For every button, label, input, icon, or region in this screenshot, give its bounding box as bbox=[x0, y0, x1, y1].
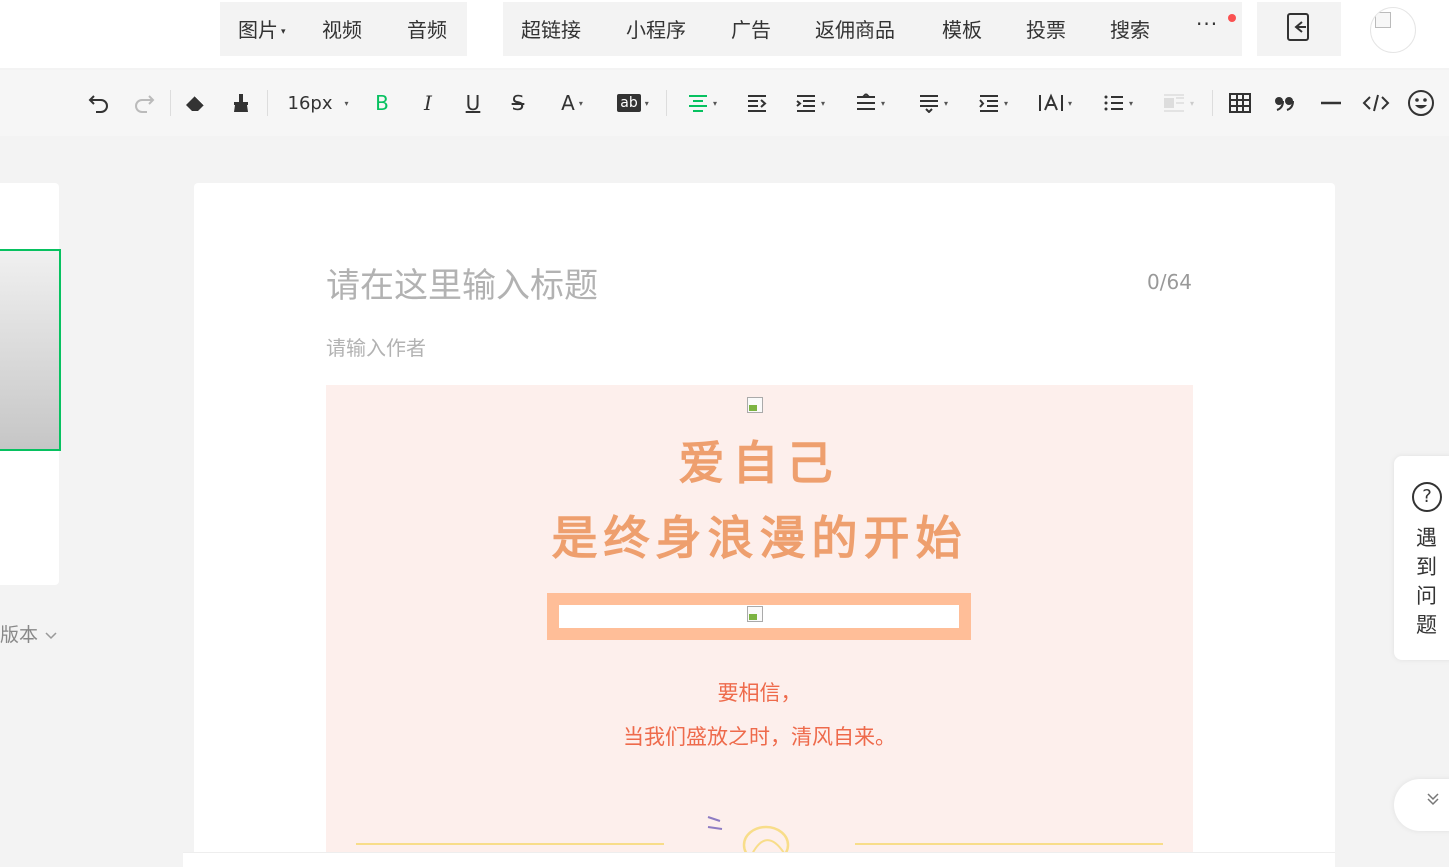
chevron-down-icon: ▾ bbox=[820, 98, 825, 108]
help-button[interactable]: ? 遇到问题 bbox=[1394, 456, 1449, 660]
format-painter-icon[interactable] bbox=[228, 90, 254, 116]
chevron-down-icon: ▾ bbox=[1128, 98, 1133, 108]
eraser-icon[interactable] bbox=[182, 90, 208, 116]
table-icon[interactable] bbox=[1227, 90, 1253, 116]
broken-image-icon bbox=[1375, 12, 1391, 28]
strikethrough-button[interactable]: S bbox=[506, 90, 530, 116]
undo-icon[interactable] bbox=[86, 90, 112, 116]
decorative-line-right bbox=[855, 843, 1163, 845]
text-indent-button[interactable]: ▾ bbox=[972, 90, 1014, 116]
insert-search-button[interactable]: 搜索 bbox=[1110, 14, 1150, 43]
chevron-down-icon: ▾ bbox=[644, 98, 649, 108]
insert-toolbar: 图片 ▾ 视频 音频 超链接 小程序 广告 返佣商品 模板 投票 搜索 ··· bbox=[0, 0, 1449, 68]
title-char-count: 0/64 bbox=[1147, 270, 1192, 294]
broken-image-icon bbox=[747, 397, 767, 417]
chevron-down-icon: ▾ bbox=[1003, 98, 1008, 108]
insert-miniprogram-button[interactable]: 小程序 bbox=[626, 14, 686, 43]
editor-bottom-bar bbox=[183, 852, 1335, 867]
underline-button[interactable]: U bbox=[461, 90, 485, 116]
insert-image-button[interactable]: 图片 ▾ bbox=[238, 14, 286, 43]
chevron-down-icon: ▾ bbox=[1067, 98, 1072, 108]
divider bbox=[267, 90, 268, 116]
insert-audio-button[interactable]: 音频 bbox=[407, 14, 447, 43]
line-height-button[interactable]: ▾ bbox=[849, 90, 891, 116]
title-input[interactable]: 请在这里输入标题 bbox=[326, 258, 598, 307]
list-button[interactable]: ▾ bbox=[1097, 90, 1139, 116]
quote-icon[interactable] bbox=[1272, 90, 1298, 116]
chevron-down-icon: ▾ bbox=[281, 26, 286, 37]
float-image-button[interactable]: ▾ bbox=[1156, 90, 1200, 116]
bold-button[interactable]: B bbox=[370, 90, 394, 116]
help-label: 遇到问题 bbox=[1416, 526, 1437, 637]
article-content[interactable]: 爱自己 是终身浪漫的开始 要相信， 当我们盛放之时，清风自来。 bbox=[326, 385, 1193, 866]
insert-template-button[interactable]: 模板 bbox=[942, 14, 982, 43]
italic-button[interactable]: I bbox=[416, 90, 440, 116]
insert-video-button[interactable]: 视频 bbox=[322, 14, 362, 43]
cover-thumbnail[interactable] bbox=[0, 249, 61, 451]
avatar[interactable] bbox=[1370, 7, 1416, 53]
chevron-down-icon: ▾ bbox=[712, 98, 717, 108]
format-toolbar: 16px ▾ B I U S A ▾ ab ▾ ▾ ▾ ▾ ▾ ▾ ▾ ▾ ▾ bbox=[0, 70, 1449, 136]
double-chevron-down-icon bbox=[1426, 791, 1440, 811]
divider bbox=[170, 90, 171, 116]
redo-icon[interactable] bbox=[131, 90, 157, 116]
indent-icon[interactable] bbox=[745, 90, 769, 116]
scroll-down-button[interactable] bbox=[1394, 779, 1449, 831]
insert-ad-button[interactable]: 广告 bbox=[731, 14, 771, 43]
divider-line-icon[interactable] bbox=[1318, 90, 1344, 116]
version-selector[interactable]: 版本 bbox=[0, 620, 58, 647]
divider bbox=[1212, 90, 1213, 116]
sidebar-toggle-group bbox=[1257, 2, 1341, 56]
paragraph-spacing-button[interactable]: ▾ bbox=[789, 90, 831, 116]
author-input[interactable]: 请输入作者 bbox=[326, 332, 426, 361]
chevron-down-icon: ▾ bbox=[943, 98, 948, 108]
question-icon: ? bbox=[1412, 482, 1442, 512]
code-icon[interactable] bbox=[1362, 90, 1390, 116]
font-color-button[interactable]: A ▾ bbox=[552, 90, 592, 116]
insert-commission-product-button[interactable]: 返佣商品 bbox=[815, 14, 895, 43]
chevron-down-icon bbox=[45, 632, 57, 640]
emoji-icon[interactable] bbox=[1406, 90, 1436, 116]
font-size-select[interactable]: 16px ▾ bbox=[284, 90, 352, 116]
divider bbox=[666, 90, 667, 116]
more-options-button[interactable]: ··· bbox=[1196, 12, 1218, 36]
chevron-down-icon: ▾ bbox=[1189, 98, 1194, 108]
spacing-after-button[interactable]: ▾ bbox=[912, 90, 954, 116]
letter-spacing-button[interactable]: ▾ bbox=[1034, 90, 1076, 116]
chevron-down-icon: ▾ bbox=[880, 98, 885, 108]
article-heading-line2: 是终身浪漫的开始 bbox=[551, 511, 968, 565]
chevron-down-icon: ▾ bbox=[578, 98, 583, 108]
insert-link-button[interactable]: 超链接 bbox=[521, 14, 581, 43]
article-paragraph-line2: 当我们盛放之时，清风自来。 bbox=[623, 725, 896, 749]
decorative-line-left bbox=[356, 843, 664, 845]
article-paragraph-line1: 要相信， bbox=[717, 681, 802, 705]
highlight-color-button[interactable]: ab ▾ bbox=[612, 90, 654, 116]
notification-dot bbox=[1228, 14, 1236, 22]
article-heading-line1: 爱自己 bbox=[678, 436, 841, 490]
collapse-panel-icon[interactable] bbox=[1286, 12, 1312, 46]
align-center-button[interactable]: ▾ bbox=[682, 90, 722, 116]
insert-vote-button[interactable]: 投票 bbox=[1026, 14, 1066, 43]
chevron-down-icon: ▾ bbox=[344, 98, 349, 108]
broken-image-icon bbox=[747, 606, 767, 626]
